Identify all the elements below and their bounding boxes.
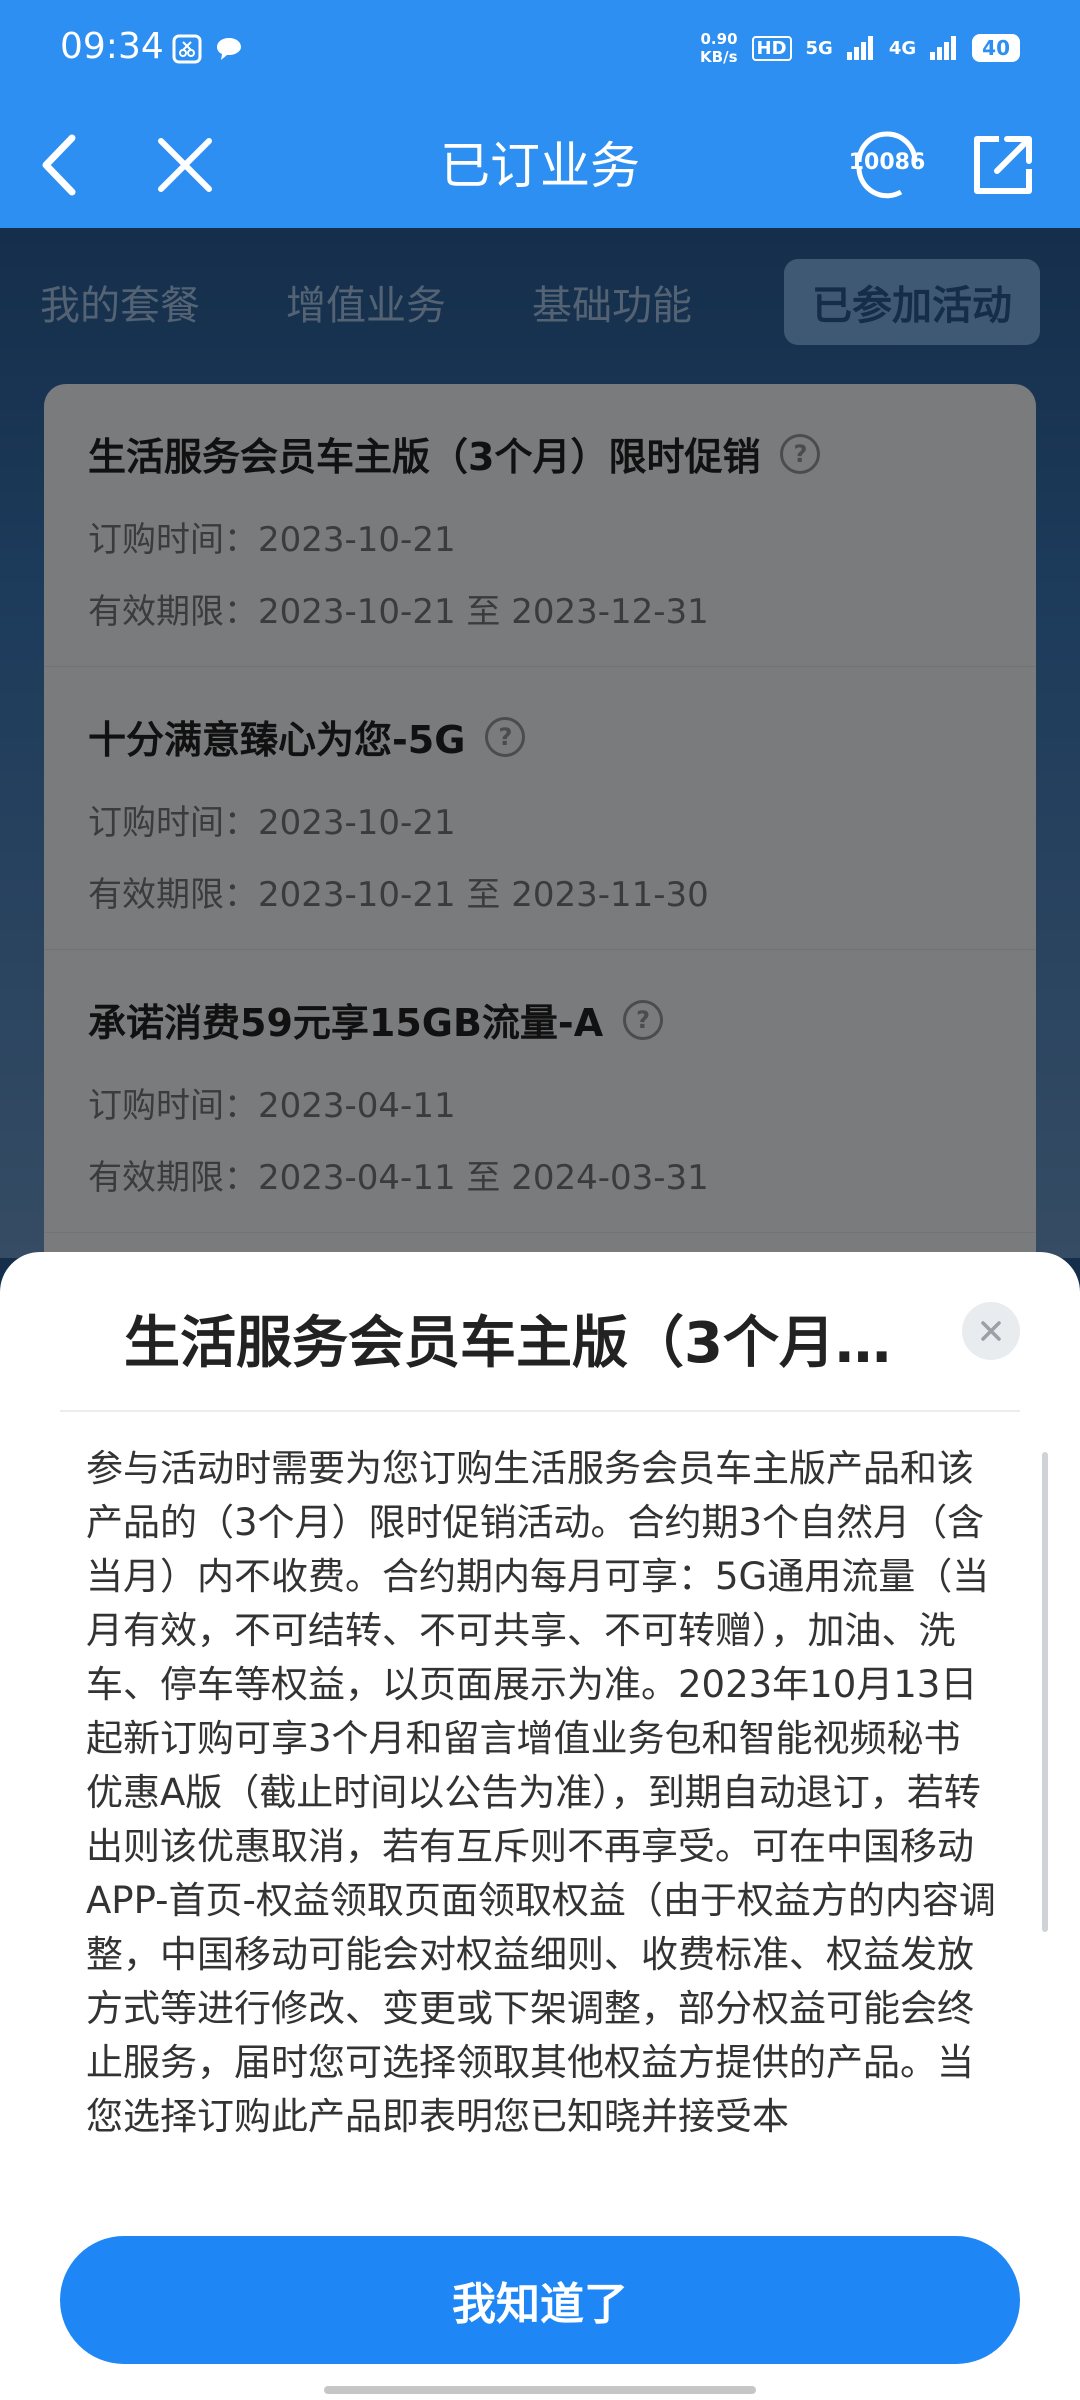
activity-detail-sheet: 生活服务会员车主版（3个月）限时促销 参与活动时需要为您订购生活服务会员车主版产… xyxy=(0,1252,1080,2400)
sheet-title: 生活服务会员车主版（3个月）限时促销 xyxy=(124,1311,914,1376)
app-header: 09:34 0.90 KB/s HD 5G 4G 40 已订业务 10086 xyxy=(0,0,1080,228)
description-scroll-area[interactable]: 参与活动时需要为您订购生活服务会员车主版产品和该产品的（3个月）限时促销活动。合… xyxy=(86,1442,996,2182)
status-bar: 09:34 0.90 KB/s HD 5G 4G 40 xyxy=(0,0,1080,100)
sheet-close-button[interactable] xyxy=(962,1302,1020,1360)
scrollbar[interactable] xyxy=(1042,1452,1048,1932)
status-time: 09:34 xyxy=(60,26,164,67)
network-speed: 0.90 KB/s xyxy=(700,30,738,66)
chat-bubble-icon xyxy=(217,38,241,60)
close-icon xyxy=(981,1321,1001,1341)
signal-icon-2 xyxy=(930,36,957,60)
modal-backdrop[interactable] xyxy=(0,228,1080,1328)
network-4g: 4G xyxy=(888,37,917,59)
navigation-bar: 已订业务 10086 xyxy=(0,100,1080,228)
signal-icon xyxy=(846,36,873,60)
divider xyxy=(60,1410,1020,1412)
share-button[interactable] xyxy=(958,120,1048,210)
share-external-icon xyxy=(974,136,1032,194)
service-number: 10086 xyxy=(848,150,926,175)
activity-description: 参与活动时需要为您订购生活服务会员车主版产品和该产品的（3个月）限时促销活动。合… xyxy=(86,1447,996,2138)
acknowledge-button[interactable]: 我知道了 xyxy=(60,2236,1020,2364)
customer-service-button[interactable]: 10086 xyxy=(845,122,929,206)
scissors-app-icon xyxy=(172,34,202,64)
battery-indicator: 40 xyxy=(972,34,1020,62)
network-5g: 5G xyxy=(805,37,833,59)
hd-badge: HD xyxy=(751,35,792,61)
home-indicator[interactable] xyxy=(324,2386,756,2394)
status-right-group: 0.90 KB/s HD 5G 4G 40 xyxy=(700,30,1020,66)
